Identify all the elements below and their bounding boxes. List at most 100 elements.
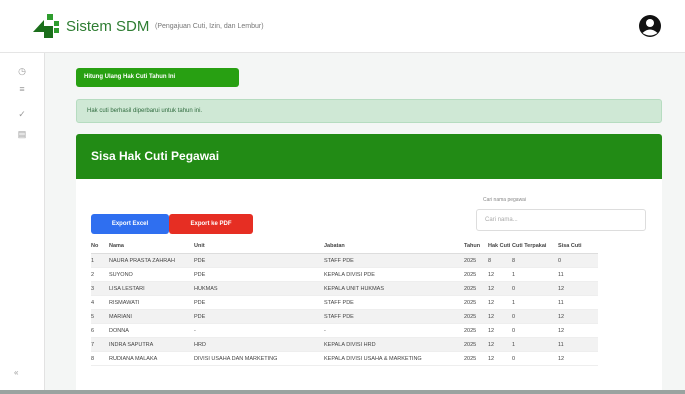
main-content: Hitung Ulang Hak Cuti Tahun Ini Hak cuti…	[44, 53, 685, 394]
column-header[interactable]: No	[91, 239, 109, 254]
table-cell: -	[194, 323, 324, 338]
table-cell: 2025	[464, 253, 488, 268]
table-cell: INDRA SAPUTRA	[109, 337, 194, 352]
list-icon[interactable]: ≡	[16, 83, 28, 95]
success-alert: Hak cuti berhasil diperbarui untuk tahun…	[76, 99, 662, 123]
table-cell: 2	[91, 267, 109, 282]
table-cell: 5	[91, 309, 109, 324]
table-cell: 11	[558, 337, 598, 352]
column-header[interactable]: Nama	[109, 239, 194, 254]
table-cell: 8	[512, 253, 558, 268]
table-cell: NAURA PRASTA ZAHRAH	[109, 253, 194, 268]
table-header-row: No Nama Unit Jabatan Tahun Hak Cuti Cuti…	[91, 239, 598, 254]
table-row: 3 LISA LESTARI HUKMAS KEPALA UNIT HUKMAS…	[91, 281, 598, 296]
export-pdf-button[interactable]: Export ke PDF	[169, 214, 253, 234]
table-cell: PDE	[194, 253, 324, 268]
table-cell: MARIANI	[109, 309, 194, 324]
table-cell: KEPALA DIVISI USAHA & MARKETING	[324, 351, 464, 366]
table-cell: 12	[558, 323, 598, 338]
table-cell: 1	[512, 267, 558, 282]
table-row: 5 MARIANI PDE STAFF PDE 2025 12 0 12	[91, 309, 598, 324]
document-icon[interactable]: ▤	[16, 128, 28, 140]
table-cell: 7	[91, 337, 109, 352]
table-cell: 0	[512, 351, 558, 366]
table-cell: RISMAWATI	[109, 295, 194, 310]
table-cell: PDE	[194, 309, 324, 324]
search-input[interactable]: Cari nama...	[476, 209, 646, 231]
table-cell: 2025	[464, 295, 488, 310]
table-cell: SUYONO	[109, 267, 194, 282]
table-row: 7 INDRA SAPUTRA HRD KEPALA DIVISI HRD 20…	[91, 337, 598, 352]
table-row: 1 NAURA PRASTA ZAHRAH PDE STAFF PDE 2025…	[91, 253, 598, 268]
leave-table: No Nama Unit Jabatan Tahun Hak Cuti Cuti…	[91, 239, 598, 366]
table-cell: 12	[488, 351, 512, 366]
table-cell: DONNA	[109, 323, 194, 338]
recalculate-leave-button[interactable]: Hitung Ulang Hak Cuti Tahun Ini	[76, 68, 239, 87]
column-header[interactable]: Unit	[194, 239, 324, 254]
table-cell: 2025	[464, 281, 488, 296]
table-cell: PDE	[194, 295, 324, 310]
table-row: 4 RISMAWATI PDE STAFF PDE 2025 12 1 11	[91, 295, 598, 310]
table-cell: STAFF PDE	[324, 253, 464, 268]
table-cell: 11	[558, 267, 598, 282]
bottom-scrollbar[interactable]	[0, 390, 685, 394]
user-avatar-icon[interactable]	[638, 14, 662, 38]
app-subtitle: (Pengajuan Cuti, Izin, dan Lembur)	[155, 23, 264, 30]
table-cell: LISA LESTARI	[109, 281, 194, 296]
table-cell: KEPALA DIVISI PDE	[324, 267, 464, 282]
table-cell: 6	[91, 323, 109, 338]
table-row: 2 SUYONO PDE KEPALA DIVISI PDE 2025 12 1…	[91, 267, 598, 282]
table-cell: 8	[488, 253, 512, 268]
table-row: 6 DONNA - - 2025 12 0 12	[91, 323, 598, 338]
card-body: Cari nama pegawai Cari nama... Export Ex…	[76, 179, 662, 394]
table-cell: STAFF PDE	[324, 295, 464, 310]
table-cell: 12	[488, 309, 512, 324]
check-icon[interactable]: ✓	[16, 108, 28, 120]
table-cell: 12	[488, 337, 512, 352]
table-cell: 12	[488, 281, 512, 296]
table-cell: 12	[488, 267, 512, 282]
column-header[interactable]: Cuti Terpakai	[512, 239, 558, 254]
table-cell: KEPALA DIVISI HRD	[324, 337, 464, 352]
table-cell: 2025	[464, 351, 488, 366]
search-label: Cari nama pegawai	[483, 197, 527, 203]
table-cell: PDE	[194, 267, 324, 282]
column-header[interactable]: Sisa Cuti	[558, 239, 598, 254]
company-logo	[33, 14, 59, 38]
table-cell: 11	[558, 295, 598, 310]
table-cell: 0	[558, 253, 598, 268]
table-cell: DIVISI USAHA DAN MARKETING	[194, 351, 324, 366]
table-cell: 2025	[464, 309, 488, 324]
table-cell: 1	[91, 253, 109, 268]
table-cell: 1	[512, 295, 558, 310]
table-row: 8 RUDIANA MALAKA DIVISI USAHA DAN MARKET…	[91, 351, 598, 366]
table-cell: 0	[512, 281, 558, 296]
table-cell: 2025	[464, 337, 488, 352]
table-cell: 2025	[464, 323, 488, 338]
table-cell: 12	[558, 309, 598, 324]
column-header[interactable]: Hak Cuti	[488, 239, 512, 254]
table-cell: HRD	[194, 337, 324, 352]
column-header[interactable]: Tahun	[464, 239, 488, 254]
sidebar: ◷ ≡ ✓ ▤ «	[0, 53, 45, 394]
table-cell: 8	[91, 351, 109, 366]
table-cell: 3	[91, 281, 109, 296]
table-cell: 12	[488, 323, 512, 338]
column-header[interactable]: Jabatan	[324, 239, 464, 254]
table-cell: HUKMAS	[194, 281, 324, 296]
dashboard-icon[interactable]: ◷	[16, 65, 28, 77]
table-cell: -	[324, 323, 464, 338]
export-excel-button[interactable]: Export Excel	[91, 214, 169, 234]
top-navbar: Sistem SDM (Pengajuan Cuti, Izin, dan Le…	[0, 0, 685, 53]
table-cell: 0	[512, 309, 558, 324]
card-title: Sisa Hak Cuti Pegawai	[76, 134, 662, 179]
table-cell: 12	[488, 295, 512, 310]
table-cell: 0	[512, 323, 558, 338]
collapse-sidebar-icon[interactable]: «	[14, 368, 18, 377]
table-cell: 1	[512, 337, 558, 352]
table-cell: 4	[91, 295, 109, 310]
table-cell: 12	[558, 351, 598, 366]
table-cell: RUDIANA MALAKA	[109, 351, 194, 366]
table-cell: STAFF PDE	[324, 309, 464, 324]
app-title: Sistem SDM	[66, 18, 150, 35]
